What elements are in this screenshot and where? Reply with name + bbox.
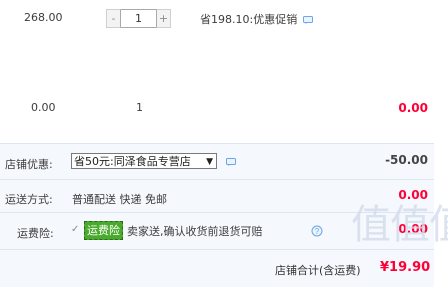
insurance-checkbox[interactable]: ✓ [71, 224, 81, 235]
item-price: 268.00 [24, 11, 63, 24]
shipping-label: 运送方式: [5, 193, 53, 206]
chat-icon[interactable] [226, 158, 236, 166]
subtotal-count: 1 [136, 101, 143, 114]
insurance-tag[interactable]: 运费险 [84, 221, 123, 240]
chat-icon[interactable] [302, 16, 313, 24]
shipping-total: 0.00 [398, 188, 428, 202]
qty-minus-button[interactable]: - [106, 9, 121, 28]
qty-input[interactable]: 1 [121, 9, 156, 28]
divider [0, 143, 434, 144]
divider [0, 179, 434, 180]
dropdown-arrow-icon: ▼ [206, 157, 213, 167]
shop-discount-label: 店铺优惠: [5, 158, 53, 171]
insurance-description: 卖家送,确认收货前退货可赔 [127, 225, 263, 238]
quantity-stepper[interactable]: - 1 + [106, 9, 171, 28]
insurance-label: 运费险: [17, 227, 54, 240]
shop-discount-selected: 省50元:同泽食品专营店 [74, 155, 191, 168]
store-total-value: ¥19.90 [380, 260, 431, 275]
store-total-label: 店铺合计(含运费) [275, 264, 361, 277]
shop-discount-value: -50.00 [385, 153, 428, 167]
shipping-method: 普通配送 快递 免邮 [72, 193, 167, 206]
subtotal-left: 0.00 [31, 101, 56, 114]
qty-plus-button[interactable]: + [156, 9, 171, 28]
divider [0, 249, 434, 250]
svg-text:?: ? [315, 227, 320, 236]
promo-text: 省198.10:优惠促销 [200, 11, 313, 27]
subtotal-total: 0.00 [398, 101, 428, 115]
watermark-logo: 值值值 [351, 202, 448, 248]
promo-label: 省198.10:优惠促销 [200, 13, 298, 26]
shop-discount-select[interactable]: 省50元:同泽食品专营店 ▼ [71, 153, 217, 169]
help-icon[interactable]: ? [311, 225, 323, 237]
